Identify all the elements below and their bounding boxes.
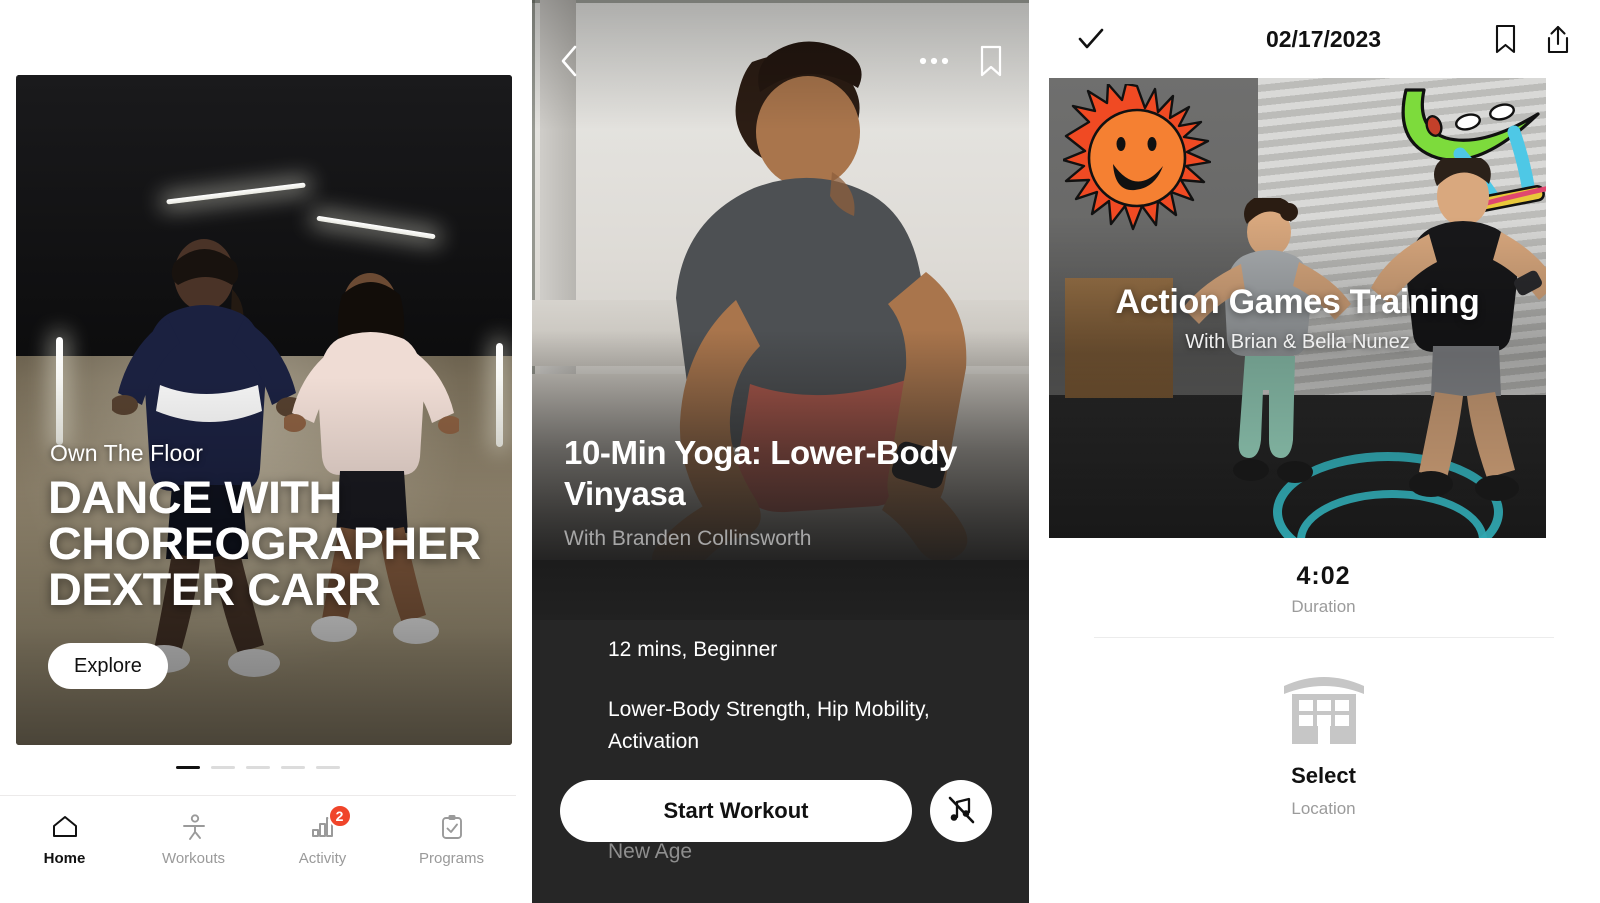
workout-trainer: With Branden Collinsworth — [564, 527, 812, 550]
carousel-dot-1[interactable] — [176, 766, 200, 769]
hero-headline-line-3: DEXTER CARR — [48, 564, 381, 615]
activity-detail-panel: 02/17/2023 Action Games Training With Br… — [1046, 0, 1600, 903]
tab-programs[interactable]: Programs — [387, 812, 516, 867]
workout-meta: 12 mins, Beginner — [608, 638, 778, 661]
carousel-dot-3[interactable] — [246, 766, 270, 769]
hero-headline: DANCE WITH CHOREOGRAPHER DEXTER CARR — [48, 475, 488, 613]
carousel-dot-4[interactable] — [281, 766, 305, 769]
section-divider — [1094, 637, 1554, 638]
workout-title: 10-Min Yoga: Lower-Body Vinyasa — [564, 434, 957, 512]
hero-headline-line-1: DANCE WITH — [48, 472, 342, 523]
check-icon — [1076, 24, 1106, 54]
carousel-dot-2[interactable] — [211, 766, 235, 769]
activity-top-actions — [1494, 24, 1571, 55]
tab-home[interactable]: Home — [0, 812, 129, 867]
start-workout-button[interactable]: Start Workout — [560, 780, 912, 842]
activity-badge: 2 — [327, 804, 352, 828]
share-upload-icon — [1545, 24, 1571, 55]
featured-hero-card[interactable]: Own The Floor DANCE WITH CHOREOGRAPHER D… — [16, 75, 512, 745]
ellipsis-icon — [919, 57, 949, 65]
bookmark-icon — [979, 45, 1003, 77]
clipboard-check-icon — [437, 812, 467, 842]
tab-workouts-label: Workouts — [161, 850, 226, 867]
carousel-pagination[interactable] — [0, 766, 516, 769]
music-off-icon — [945, 794, 977, 829]
carousel-dot-5[interactable] — [316, 766, 340, 769]
activity-title: Action Games Training — [1115, 283, 1480, 321]
bottom-tab-bar: Home Workouts 2 Activity Programs — [0, 795, 516, 903]
home-icon — [50, 812, 80, 842]
bookmark-icon — [1494, 24, 1517, 54]
tab-home-label: Home — [43, 850, 86, 867]
duration-label: Duration — [1291, 597, 1356, 616]
athlete-figure-icon — [179, 812, 209, 842]
activity-hero-image: Action Games Training With Brian & Bella… — [1049, 78, 1546, 538]
detail-top-actions — [919, 45, 1003, 77]
bar-chart-icon: 2 — [308, 804, 352, 842]
workout-music-genre: New Age — [608, 840, 693, 863]
detail-content: 10-Min Yoga: Lower-Body Vinyasa With Bra… — [532, 0, 1029, 903]
bookmark-button[interactable] — [1494, 24, 1517, 54]
share-button[interactable] — [1545, 24, 1571, 55]
music-toggle-button[interactable] — [930, 780, 992, 842]
duration-value: 4:02 — [1296, 562, 1351, 590]
hero-headline-line-2: CHOREOGRAPHER — [48, 518, 481, 569]
tab-activity-label: Activity — [298, 850, 347, 867]
tab-workouts[interactable]: Workouts — [129, 812, 258, 867]
activity-top-bar — [1046, 0, 1600, 78]
hero-eyebrow: Own The Floor — [50, 440, 203, 466]
activity-trainers: With Brian & Bella Nunez — [1185, 331, 1410, 353]
home-screen-panel: Own The Floor DANCE WITH CHOREOGRAPHER D… — [0, 0, 516, 903]
chevron-left-icon — [558, 44, 580, 78]
workout-focus-areas: Lower-Body Strength, Hip Mobility, Activ… — [608, 698, 930, 753]
bookmark-button[interactable] — [979, 45, 1003, 77]
location-selector[interactable]: Select Location — [1046, 670, 1600, 819]
more-options-button[interactable] — [919, 57, 949, 65]
screenshot-stage: Own The Floor DANCE WITH CHOREOGRAPHER D… — [0, 0, 1600, 903]
back-button[interactable] — [558, 44, 580, 78]
workout-detail-panel: 10-Min Yoga: Lower-Body Vinyasa With Bra… — [532, 0, 1029, 903]
explore-button[interactable]: Explore — [48, 643, 168, 689]
tab-activity[interactable]: 2 Activity — [258, 804, 387, 867]
building-gym-icon — [1278, 670, 1370, 744]
location-label: Location — [1291, 799, 1356, 818]
detail-top-bar — [532, 36, 1029, 86]
tab-programs-label: Programs — [418, 850, 485, 867]
confirm-button[interactable] — [1076, 24, 1106, 54]
location-value: Select — [1291, 763, 1356, 788]
